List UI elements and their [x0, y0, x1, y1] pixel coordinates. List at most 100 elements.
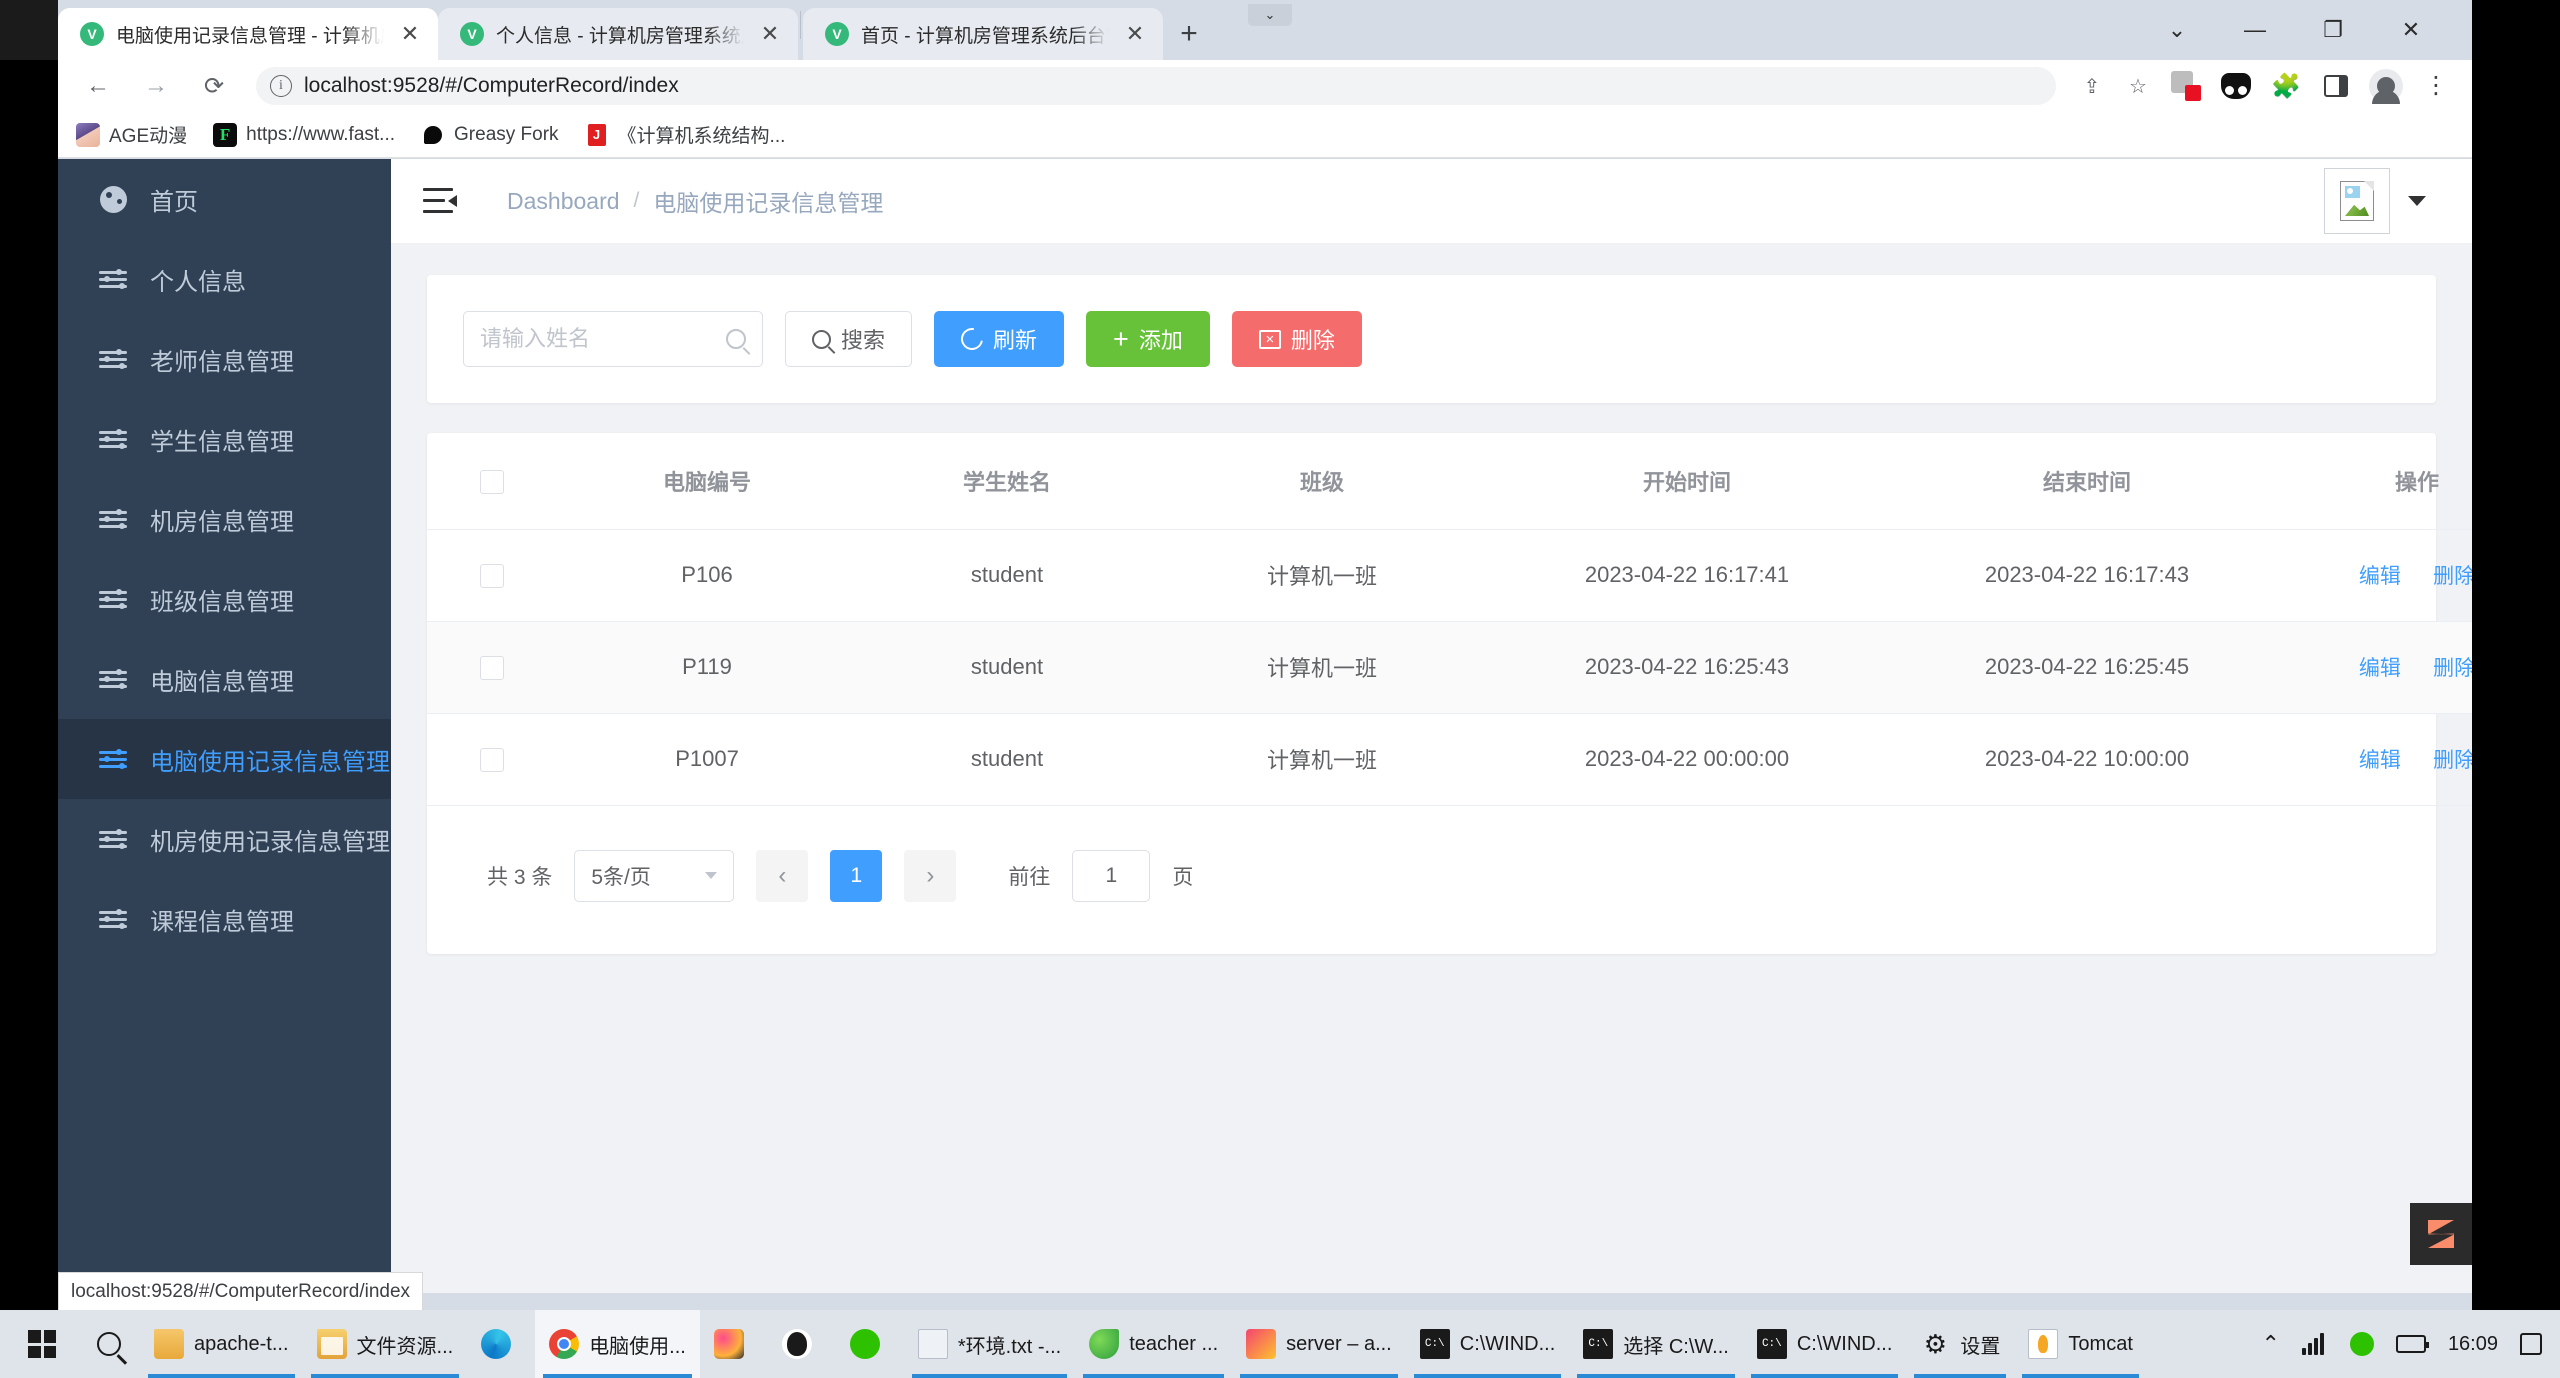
cell-start-time: 2023-04-22 16:17:41 — [1487, 529, 1887, 622]
sidebar-item-class[interactable]: 班级信息管理 — [58, 559, 391, 639]
search-input-wrapper[interactable] — [463, 311, 763, 367]
tab-search-chevron-icon[interactable]: ⌄ — [1248, 4, 1292, 26]
floating-widget-button[interactable] — [2410, 1203, 2472, 1265]
tab-close-icon-2[interactable]: ✕ — [756, 20, 784, 48]
forward-icon[interactable]: → — [130, 60, 182, 112]
taskbar-item-teacher[interactable]: teacher ... — [1075, 1310, 1232, 1378]
site-info-icon[interactable]: i — [270, 75, 292, 97]
taskbar-item-explorer[interactable]: 文件资源... — [303, 1310, 468, 1378]
prev-page-button[interactable]: ‹ — [756, 849, 809, 902]
reload-icon[interactable]: ⟳ — [188, 60, 240, 112]
clock[interactable]: 16:09 — [2448, 1333, 2498, 1356]
share-icon[interactable]: ⇪ — [2072, 66, 2112, 106]
bookmark-item-0[interactable]: AGE动漫 — [76, 121, 187, 148]
cell-end-time: 2023-04-22 10:00:00 — [1887, 713, 2287, 806]
network-icon[interactable] — [2301, 1333, 2328, 1355]
taskbar-item-cmd-3[interactable]: C:\ C:\WIND... — [1743, 1310, 1907, 1378]
page-size-select[interactable]: 5条/页 — [574, 849, 735, 902]
wechat-icon — [849, 1329, 880, 1359]
wechat-tray-icon[interactable] — [2349, 1332, 2374, 1356]
back-icon[interactable]: ← — [72, 60, 124, 112]
bookmark-star-icon[interactable]: ☆ — [2118, 66, 2158, 106]
bookmark-item-2[interactable]: Greasy Fork — [421, 122, 559, 147]
avatar[interactable] — [2324, 168, 2390, 234]
extension-momoyu-icon[interactable] — [2164, 64, 2208, 108]
tab-close-icon-1[interactable]: ✕ — [396, 20, 424, 48]
browser-tab-3[interactable]: V 首页 - 计算机房管理系统后台管理 ✕ — [803, 8, 1163, 60]
sidebar-item-course[interactable]: 课程信息管理 — [58, 879, 391, 959]
delete-link[interactable]: 删除 — [2433, 657, 2472, 680]
chrome-menu-icon[interactable]: ⋮ — [2414, 64, 2458, 108]
search-button[interactable]: 搜索 — [785, 311, 913, 367]
refresh-button[interactable]: 刷新 — [934, 311, 1065, 367]
taskbar-item-server[interactable]: server – a... — [1232, 1310, 1406, 1378]
taskbar-item-qq[interactable] — [768, 1310, 836, 1378]
delete-link[interactable]: 删除 — [2433, 749, 2472, 772]
taskbar-item-cmd-1[interactable]: C:\ C:\WIND... — [1406, 1310, 1570, 1378]
add-button[interactable]: + 添加 — [1086, 311, 1210, 367]
chevron-down-icon[interactable] — [2408, 196, 2426, 206]
goto-page-input[interactable]: 1 — [1072, 849, 1151, 902]
maximize-button[interactable]: ❐ — [2294, 1, 2372, 59]
table-row[interactable]: P1007 student 计算机一班 2023-04-22 00:00:00 … — [427, 713, 2472, 806]
table-row[interactable]: P119 student 计算机一班 2023-04-22 16:25:43 2… — [427, 621, 2472, 714]
search-input[interactable] — [480, 326, 718, 352]
new-tab-button[interactable]: + — [1163, 8, 1215, 60]
taskbar-item-apache[interactable]: apache-t... — [140, 1310, 303, 1378]
sidebar-item-home[interactable]: 首页 — [58, 159, 391, 239]
taskbar-item-tomcat[interactable]: Tomcat — [2014, 1310, 2146, 1378]
bookmark-item-1[interactable]: F https://www.fast... — [213, 122, 395, 147]
tab-close-icon-3[interactable]: ✕ — [1121, 20, 1149, 48]
row-checkbox[interactable] — [480, 656, 504, 681]
select-all-checkbox[interactable] — [480, 469, 504, 494]
taskbar-search-button[interactable] — [78, 1310, 140, 1378]
taskbar-item-edge[interactable] — [467, 1310, 535, 1378]
battery-icon[interactable] — [2395, 1335, 2429, 1353]
delete-button[interactable]: 删除 — [1231, 311, 1362, 367]
table-body: P106 student 计算机一班 2023-04-22 16:17:41 2… — [427, 529, 2472, 806]
delete-link[interactable]: 删除 — [2433, 565, 2472, 588]
taskbar-item-wechat[interactable] — [836, 1310, 904, 1378]
sidebar-item-lab-record[interactable]: 机房使用记录信息管理 — [58, 799, 391, 879]
extension-panda-icon[interactable] — [2214, 64, 2258, 108]
taskbar-item-notepad[interactable]: *环境.txt -... — [904, 1310, 1075, 1378]
next-page-button[interactable]: › — [904, 849, 957, 902]
sidebar-item-profile[interactable]: 个人信息 — [58, 239, 391, 319]
address-bar[interactable]: i localhost:9528/#/ComputerRecord/index — [256, 67, 2056, 105]
bookmark-item-3[interactable]: J 《计算机系统结构... — [584, 121, 785, 148]
pagination-total: 共 3 条 — [487, 865, 553, 889]
sidebar-item-student[interactable]: 学生信息管理 — [58, 399, 391, 479]
start-button[interactable] — [6, 1310, 78, 1378]
side-panel-icon[interactable] — [2314, 64, 2358, 108]
edit-link[interactable]: 编辑 — [2359, 657, 2401, 680]
page-number-1[interactable]: 1 — [830, 849, 883, 902]
table-row[interactable]: P106 student 计算机一班 2023-04-22 16:17:41 2… — [427, 529, 2472, 622]
sidebar-item-teacher[interactable]: 老师信息管理 — [58, 319, 391, 399]
browser-tab-1[interactable]: V 电脑使用记录信息管理 - 计算机房管理系统后台管理 ✕ — [58, 8, 438, 60]
notifications-icon[interactable] — [2520, 1333, 2542, 1355]
edit-link[interactable]: 编辑 — [2359, 749, 2401, 772]
row-checkbox[interactable] — [480, 564, 504, 589]
sidebar-item-computer[interactable]: 电脑信息管理 — [58, 639, 391, 719]
tab-list-chevron-icon[interactable]: ⌄ — [2138, 1, 2216, 59]
profile-avatar-icon[interactable] — [2364, 64, 2408, 108]
edge-icon — [481, 1329, 512, 1359]
row-checkbox[interactable] — [480, 748, 504, 773]
sidebar-item-lab[interactable]: 机房信息管理 — [58, 479, 391, 559]
taskbar-item-chrome[interactable]: 电脑使用... — [535, 1310, 700, 1378]
extensions-puzzle-icon[interactable]: 🧩 — [2264, 64, 2308, 108]
minimize-button[interactable]: — — [2216, 1, 2294, 59]
taskbar-item-cmd-2[interactable]: C:\ 选择 C:\W... — [1569, 1310, 1743, 1378]
taskbar-label-14: Tomcat — [2068, 1332, 2133, 1355]
sidebar-toggle-icon[interactable] — [423, 188, 457, 214]
cell-end-time: 2023-04-22 16:25:45 — [1887, 621, 2287, 714]
taskbar-item-idea[interactable] — [700, 1310, 768, 1378]
close-window-button[interactable]: ✕ — [2372, 1, 2450, 59]
taskbar-item-settings[interactable]: ⚙ 设置 — [1906, 1310, 2014, 1378]
sidebar-item-computer-record[interactable]: 电脑使用记录信息管理 — [58, 719, 391, 799]
tray-expand-icon[interactable]: ⌃ — [2262, 1331, 2280, 1357]
browser-tab-2[interactable]: V 个人信息 - 计算机房管理系统后台管理 ✕ — [438, 8, 798, 60]
edit-link[interactable]: 编辑 — [2359, 565, 2401, 588]
breadcrumb-root[interactable]: Dashboard — [507, 188, 620, 215]
user-menu[interactable] — [2324, 168, 2442, 234]
